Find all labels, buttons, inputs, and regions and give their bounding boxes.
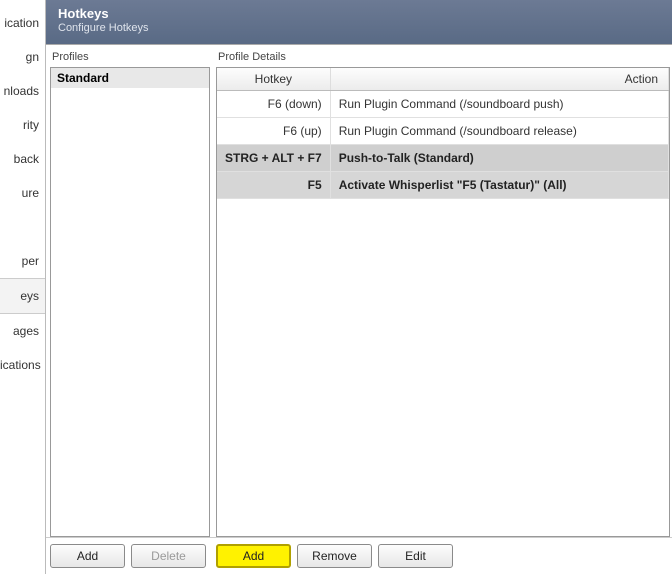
details-remove-button[interactable]: Remove	[297, 544, 372, 568]
profiles-add-button[interactable]: Add	[50, 544, 125, 568]
profile-details-label: Profile Details	[216, 49, 670, 67]
column-header-action[interactable]: Action	[330, 68, 668, 91]
sidebar-item[interactable]: rity	[0, 108, 45, 142]
column-header-hotkey[interactable]: Hotkey	[217, 68, 330, 91]
table-row[interactable]: STRG + ALT + F7Push-to-Talk (Standard)	[217, 145, 669, 172]
sidebar-item[interactable]: eys	[0, 278, 45, 314]
table-row[interactable]: F5Activate Whisperlist "F5 (Tastatur)" (…	[217, 172, 669, 199]
hotkey-cell: F6 (up)	[217, 118, 330, 145]
profiles-panel: Profiles Standard	[50, 49, 210, 537]
sidebar-item[interactable]: ications	[0, 348, 45, 382]
profile-details-panel: Profile Details Hotkey Action F6 (down)R…	[216, 49, 670, 537]
sidebar-item[interactable]: ure	[0, 176, 45, 210]
profiles-delete-button[interactable]: Delete	[131, 544, 206, 568]
sidebar-item[interactable]: ages	[0, 314, 45, 348]
hotkey-cell: STRG + ALT + F7	[217, 145, 330, 172]
header: Hotkeys Configure Hotkeys	[46, 0, 672, 45]
bottom-toolbar: Add Delete Add Remove Edit	[46, 537, 672, 574]
settings-sidebar: icationgnnloadsritybackure pereysagesica…	[0, 0, 46, 574]
table-row[interactable]: F6 (up)Run Plugin Command (/soundboard r…	[217, 118, 669, 145]
sidebar-item[interactable]: per	[0, 244, 45, 278]
action-cell: Activate Whisperlist "F5 (Tastatur)" (Al…	[330, 172, 668, 199]
hotkey-cell: F5	[217, 172, 330, 199]
header-subtitle: Configure Hotkeys	[58, 22, 660, 34]
table-row[interactable]: F6 (down)Run Plugin Command (/soundboard…	[217, 91, 669, 118]
main-panel: Hotkeys Configure Hotkeys Profiles Stand…	[46, 0, 672, 574]
details-add-button[interactable]: Add	[216, 544, 291, 568]
action-cell: Run Plugin Command (/soundboard push)	[330, 91, 668, 118]
profiles-label: Profiles	[50, 49, 210, 67]
sidebar-item[interactable]	[0, 210, 45, 244]
hotkey-table[interactable]: Hotkey Action F6 (down)Run Plugin Comman…	[216, 67, 670, 537]
profile-item[interactable]: Standard	[51, 68, 209, 88]
sidebar-item[interactable]: ication	[0, 6, 45, 40]
header-title: Hotkeys	[58, 6, 660, 21]
details-edit-button[interactable]: Edit	[378, 544, 453, 568]
sidebar-item[interactable]: nloads	[0, 74, 45, 108]
action-cell: Run Plugin Command (/soundboard release)	[330, 118, 668, 145]
profiles-list[interactable]: Standard	[50, 67, 210, 537]
hotkey-cell: F6 (down)	[217, 91, 330, 118]
action-cell: Push-to-Talk (Standard)	[330, 145, 668, 172]
sidebar-item[interactable]: back	[0, 142, 45, 176]
sidebar-item[interactable]: gn	[0, 40, 45, 74]
table-header-row: Hotkey Action	[217, 68, 669, 91]
